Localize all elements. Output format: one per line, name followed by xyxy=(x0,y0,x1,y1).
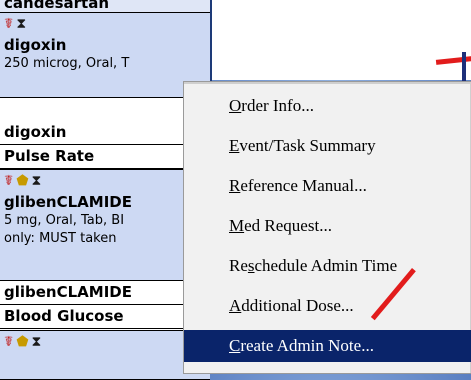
menu-item-create-admin-note[interactable]: Create Admin Note... xyxy=(184,330,471,362)
medication-name: digoxin xyxy=(4,36,67,54)
task-row-digoxin[interactable]: digoxin xyxy=(0,121,210,145)
task-row-glibenclamide[interactable]: glibenCLAMIDE xyxy=(0,281,210,305)
medication-row-glibenclamide[interactable]: ☤ ⬟ ⧗ glibenCLAMIDE 5 mg, Oral, Tab, BI … xyxy=(0,169,210,281)
menu-item-reference-manual[interactable]: Reference Manual... xyxy=(184,170,471,202)
list-row-cut[interactable]: candesartan xyxy=(0,0,210,12)
grid-area xyxy=(212,0,471,80)
menu-item-med-request[interactable]: Med Request... xyxy=(184,210,471,242)
hourglass-icon: ⧗ xyxy=(16,16,27,32)
pill-icon: ⬟ xyxy=(16,173,29,189)
task-row-blood-glucose[interactable]: Blood Glucose xyxy=(0,305,210,329)
hourglass-icon: ⧗ xyxy=(31,173,42,189)
hourglass-icon: ⧗ xyxy=(31,334,42,350)
medication-row-digoxin[interactable]: ☤ ⧗ digoxin 250 microg, Oral, T xyxy=(0,12,210,98)
menu-item-additional-dose[interactable]: Additional Dose... xyxy=(184,290,471,322)
medication-row-next[interactable]: ☤ ⬟ ⧗ xyxy=(0,330,210,380)
medication-detail: only: MUST taken xyxy=(4,231,117,246)
medication-detail: 250 microg, Oral, T xyxy=(4,56,130,71)
medication-detail: 5 mg, Oral, Tab, BI xyxy=(4,213,125,228)
nurse-task-icon: ☤ xyxy=(4,173,14,189)
menu-item-reschedule-admin-time[interactable]: Reschedule Admin Time xyxy=(184,250,471,282)
nurse-task-icon: ☤ xyxy=(4,334,14,350)
grid-marker xyxy=(462,52,466,82)
context-menu: Order Info... Event/Task Summary Referen… xyxy=(183,81,471,374)
medication-name: glibenCLAMIDE xyxy=(4,193,132,211)
medication-list: candesartan ☤ ⧗ digoxin 250 microg, Oral… xyxy=(0,0,212,380)
pill-icon: ⬟ xyxy=(16,334,29,350)
nurse-task-icon: ☤ xyxy=(4,16,14,32)
task-row-pulse-rate[interactable]: Pulse Rate xyxy=(0,145,210,169)
menu-item-order-info[interactable]: Order Info... xyxy=(184,90,471,122)
menu-item-event-task-summary[interactable]: Event/Task Summary xyxy=(184,130,471,162)
